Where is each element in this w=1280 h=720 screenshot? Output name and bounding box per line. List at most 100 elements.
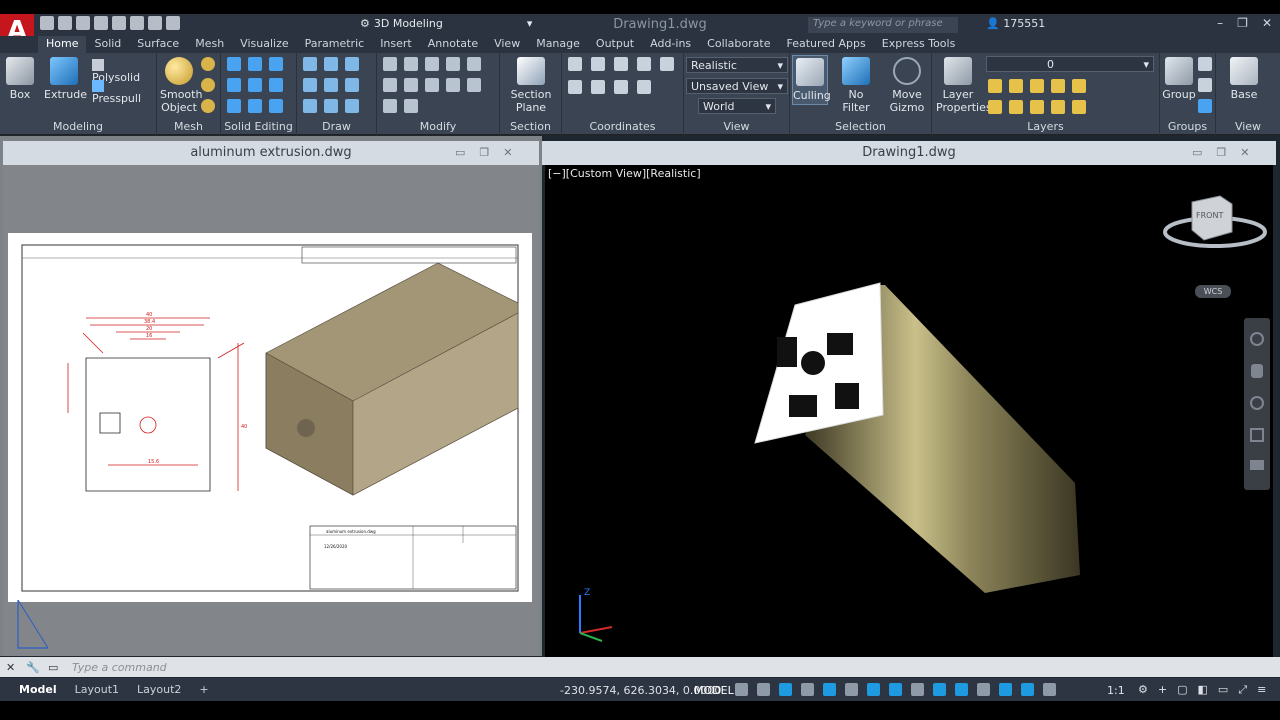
ucs-face-icon[interactable] xyxy=(614,80,628,94)
move-gizmo-button[interactable]: Move Gizmo xyxy=(888,57,926,114)
layer-off-icon[interactable] xyxy=(988,79,1002,93)
panel-title-coordinates[interactable]: Coordinates xyxy=(562,120,683,133)
hardware-acceleration-icon[interactable]: ▭ xyxy=(1218,683,1228,697)
mesh-refine-icon[interactable] xyxy=(201,78,215,92)
named-view-dropdown[interactable]: Unsaved View ▾ xyxy=(686,78,788,94)
presspull-button[interactable]: Presspull xyxy=(92,79,156,105)
user-account[interactable]: 👤 175551 xyxy=(986,17,1045,30)
lineweight-icon[interactable] xyxy=(911,683,924,696)
grid-icon[interactable] xyxy=(735,683,748,696)
close-icon[interactable]: ✕ xyxy=(503,146,512,159)
extract-edges-icon[interactable] xyxy=(269,78,283,92)
intersect-icon[interactable] xyxy=(269,57,283,71)
panel-title-modeling[interactable]: Modeling xyxy=(0,120,156,133)
smooth-object-button[interactable]: Smooth Object xyxy=(160,57,202,114)
no-filter-button[interactable]: No Filter xyxy=(834,57,878,114)
isodraft-icon[interactable] xyxy=(845,683,858,696)
steering-wheel-icon[interactable] xyxy=(1250,332,1264,346)
viewcube[interactable]: FRONT xyxy=(1160,190,1270,260)
object-snap-icon[interactable] xyxy=(889,683,902,696)
box-button[interactable]: Box xyxy=(4,57,36,101)
tab-model[interactable]: Model xyxy=(10,683,66,696)
panel-title-mesh[interactable]: Mesh xyxy=(157,120,220,133)
maximize-icon[interactable]: ❐ xyxy=(479,146,489,159)
section-plane-button[interactable]: Section Plane xyxy=(504,57,558,114)
mirror-icon[interactable] xyxy=(467,57,481,71)
explode-icon[interactable] xyxy=(404,99,418,113)
move-icon[interactable] xyxy=(383,57,397,71)
ucs-y-icon[interactable] xyxy=(637,57,651,71)
dynamic-ucs-icon[interactable] xyxy=(999,683,1012,696)
infer-icon[interactable] xyxy=(779,683,792,696)
tab-add-ins[interactable]: Add-ins xyxy=(642,36,699,53)
layer-dropdown[interactable]: 0 ▾ xyxy=(986,56,1154,72)
annotation-visibility-icon[interactable] xyxy=(1043,683,1056,696)
culling-button[interactable]: Culling xyxy=(792,55,831,105)
layer-lock-icon[interactable] xyxy=(1051,79,1065,93)
minimize-icon[interactable]: ▭ xyxy=(1192,146,1202,159)
annotation-scale[interactable]: 1:1 xyxy=(1107,684,1125,697)
selection-cycling-icon[interactable] xyxy=(955,683,968,696)
circle-icon[interactable] xyxy=(324,78,338,92)
slice-icon[interactable] xyxy=(227,78,241,92)
tab-solid[interactable]: Solid xyxy=(86,36,129,53)
group-button[interactable]: Group xyxy=(1162,57,1196,101)
zoom-icon[interactable] xyxy=(1250,396,1264,410)
tab-parametric[interactable]: Parametric xyxy=(297,36,373,53)
ucs-view-icon[interactable] xyxy=(568,80,582,94)
customization-icon[interactable]: ≡ xyxy=(1257,683,1266,697)
minimize-icon[interactable]: ▭ xyxy=(455,146,465,159)
isolate-objects-icon[interactable]: ◧ xyxy=(1198,683,1208,697)
interfere-icon[interactable] xyxy=(248,78,262,92)
tab-surface[interactable]: Surface xyxy=(129,36,187,53)
layer-properties-button[interactable]: Layer Properties xyxy=(936,57,992,114)
fillet-edge-icon[interactable] xyxy=(227,99,241,113)
array-icon[interactable] xyxy=(383,78,397,92)
tab-annotate[interactable]: Annotate xyxy=(420,36,486,53)
command-history-icon[interactable]: ▭ xyxy=(48,661,58,674)
tab-express-tools[interactable]: Express Tools xyxy=(874,36,964,53)
rectangle-icon[interactable] xyxy=(324,99,338,113)
line-icon[interactable] xyxy=(303,78,317,92)
tab-view[interactable]: View xyxy=(486,36,528,53)
tab-home[interactable]: Home xyxy=(38,36,87,53)
panel-title-layers[interactable]: Layers xyxy=(932,120,1159,133)
layer-freeze-icon[interactable] xyxy=(1030,79,1044,93)
panel-title-draw[interactable]: Draw xyxy=(297,120,376,133)
scale-icon[interactable] xyxy=(425,57,439,71)
annotation-icon[interactable] xyxy=(1021,683,1034,696)
extrude-button[interactable]: Extrude xyxy=(44,57,87,101)
arc-icon[interactable] xyxy=(345,57,359,71)
search-input[interactable]: Type a keyword or phrase xyxy=(808,17,958,33)
snap-icon[interactable] xyxy=(757,683,770,696)
ungroup-icon[interactable] xyxy=(1198,57,1212,71)
subtract-icon[interactable] xyxy=(248,57,262,71)
base-button[interactable]: Base xyxy=(1224,57,1264,101)
separate-icon[interactable] xyxy=(269,99,283,113)
model-space-toggle[interactable]: MODEL xyxy=(694,684,734,697)
close-icon[interactable]: ✕ xyxy=(1240,146,1249,159)
spline-icon[interactable] xyxy=(324,57,338,71)
polyline-icon[interactable] xyxy=(303,57,317,71)
mesh-sphere-icon[interactable] xyxy=(201,57,215,71)
ucs-origin-icon[interactable] xyxy=(591,57,605,71)
tab-visualize[interactable]: Visualize xyxy=(232,36,296,53)
ucs-dropdown[interactable]: World ▾ xyxy=(698,98,776,114)
fillet-icon[interactable] xyxy=(425,78,439,92)
trim-icon[interactable] xyxy=(404,78,418,92)
group-select-icon[interactable] xyxy=(1198,99,1212,113)
showmotion-icon[interactable] xyxy=(1250,460,1264,470)
customize-icon[interactable]: 🔧 xyxy=(26,661,40,674)
ucs-3point-icon[interactable] xyxy=(637,80,651,94)
polygon-icon[interactable] xyxy=(303,99,317,113)
workspace-gear-icon[interactable]: ⚙ xyxy=(1138,683,1148,697)
tab-mesh[interactable]: Mesh xyxy=(187,36,232,53)
layer-match-icon[interactable] xyxy=(1072,79,1086,93)
rotate-icon[interactable] xyxy=(404,57,418,71)
group-edit-icon[interactable] xyxy=(1198,78,1212,92)
wcs-menu[interactable]: WCS xyxy=(1195,285,1231,298)
ortho-icon[interactable] xyxy=(801,683,814,696)
tab-featured-apps[interactable]: Featured Apps xyxy=(778,36,873,53)
units-icon[interactable]: ▢ xyxy=(1177,683,1187,697)
panel-title-groups[interactable]: Groups xyxy=(1160,120,1215,133)
